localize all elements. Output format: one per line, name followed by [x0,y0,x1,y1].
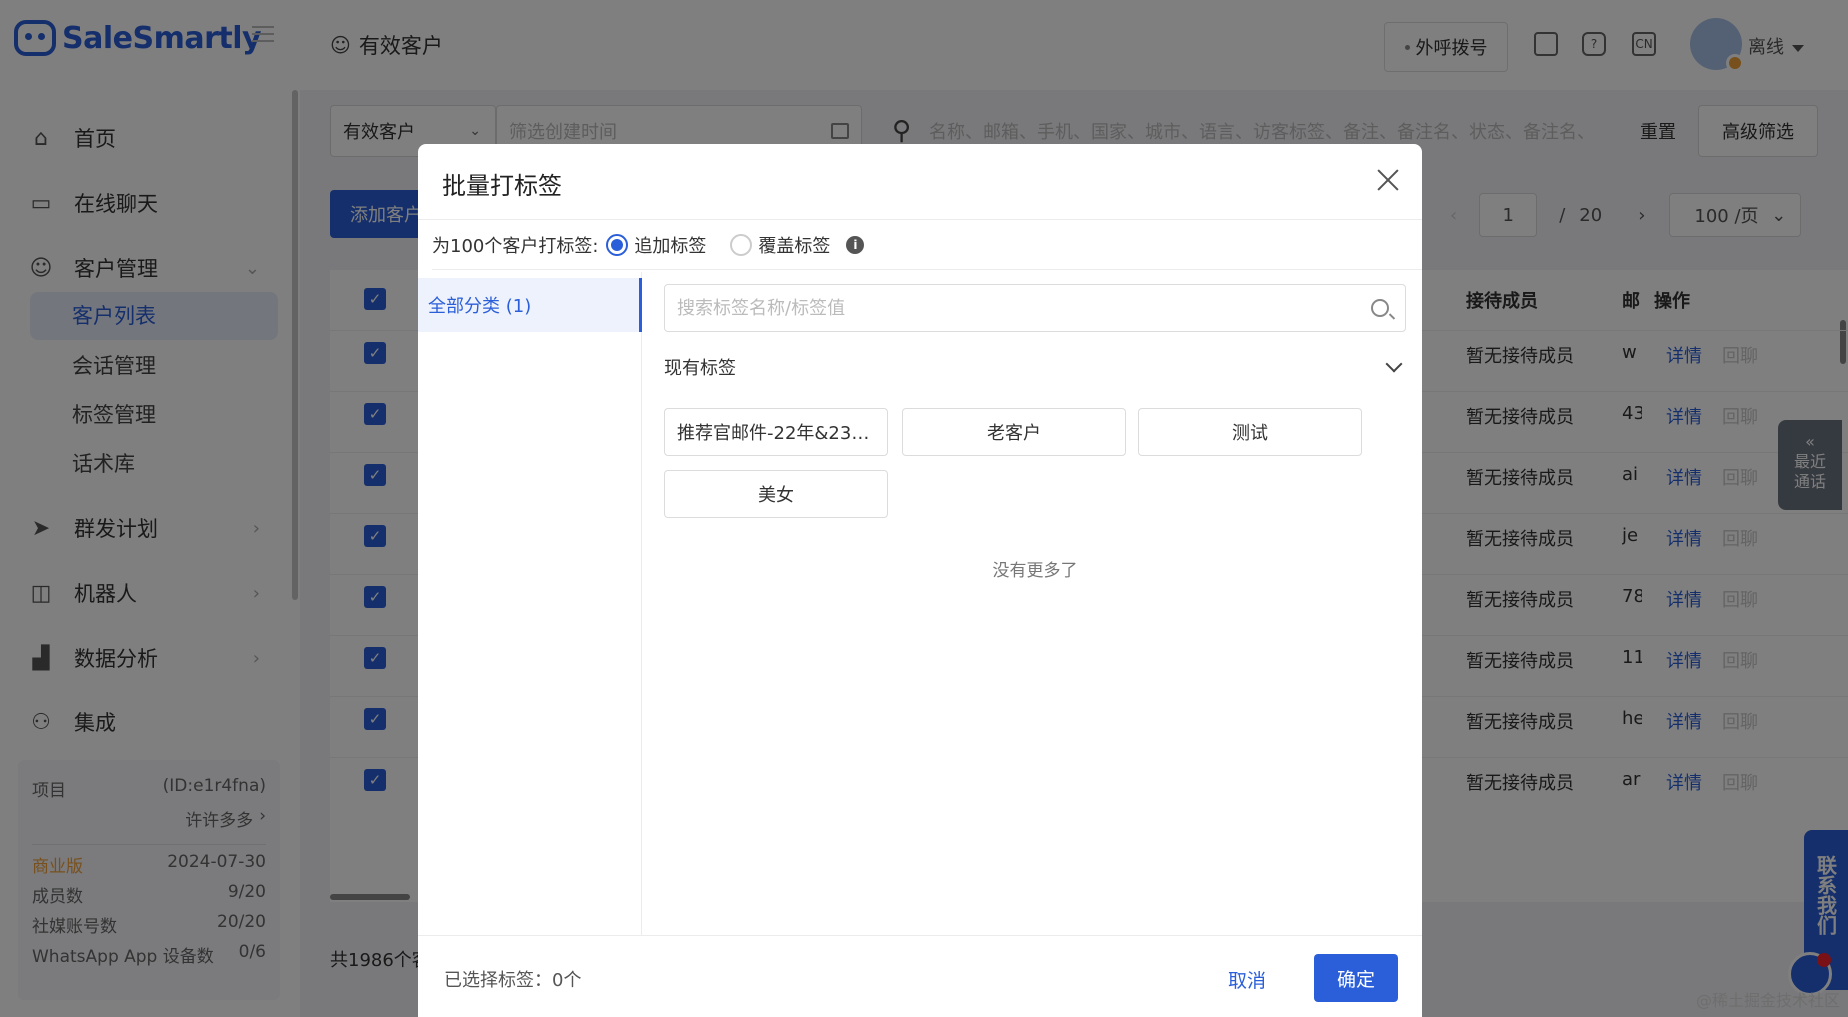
existing-tags-label: 现有标签 [664,358,736,379]
modal-header: 批量打标签 [418,144,1422,220]
radio-append-label: 追加标签 [634,235,707,257]
existing-tags-header[interactable]: 现有标签 [664,352,1406,382]
confirm-button[interactable]: 确定 [1314,954,1398,1002]
tag-option[interactable]: 老客户 [902,408,1126,456]
radio-unchecked-icon [730,233,753,256]
search-icon[interactable] [1371,299,1389,317]
batch-tag-modal: 批量打标签 为100个客户打标签: 追加标签 覆盖标签 i 全部分类 (1) 现… [418,144,1422,1017]
tag-search-input[interactable] [677,297,1371,319]
radio-append[interactable]: 追加标签 [606,232,706,258]
chevron-down-icon [1385,355,1403,373]
radio-overwrite[interactable]: 覆盖标签 [730,232,830,258]
info-icon[interactable]: i [846,235,865,254]
tag-panel: 现有标签 推荐官邮件-22年&23… 老客户 测试 美女 没有更多了 [642,272,1422,935]
category-panel: 全部分类 (1) [418,272,642,935]
no-more-text: 没有更多了 [992,561,1078,581]
close-icon[interactable] [1376,168,1400,192]
modal-footer: 已选择标签：0个 取消 确定 [418,935,1422,1017]
tag-option[interactable]: 测试 [1138,408,1362,456]
tag-option[interactable]: 美女 [664,470,888,518]
tag-search[interactable] [664,284,1406,332]
radio-overwrite-label: 覆盖标签 [758,235,831,257]
tag-mode-label: 为100个客户打标签: [432,235,599,257]
cancel-button[interactable]: 取消 [1228,966,1266,993]
modal-title: 批量打标签 [442,172,562,200]
radio-checked-icon [606,233,629,256]
category-all[interactable]: 全部分类 (1) [418,278,642,332]
tag-option[interactable]: 推荐官邮件-22年&23… [664,408,888,456]
selected-tag-count: 已选择标签：0个 [444,970,582,991]
tag-mode-row: 为100个客户打标签: 追加标签 覆盖标签 i [432,220,1422,270]
